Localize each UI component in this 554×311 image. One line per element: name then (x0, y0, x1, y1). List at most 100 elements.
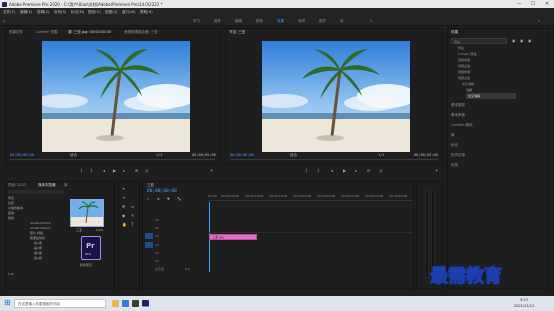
step-back-icon[interactable]: ◂ (103, 168, 105, 173)
program-step-back-icon[interactable]: ◂ (331, 168, 333, 173)
tab-effect-controls[interactable]: 效果控件 (9, 30, 23, 35)
effects-tree-item[interactable]: 音频效果 (458, 58, 470, 62)
menu-help[interactable]: 帮助(H) (140, 10, 153, 15)
search-icon[interactable]: ⌕ (538, 18, 540, 23)
panel-lumetri-color[interactable]: Lumetri 颜色 (451, 123, 473, 128)
track-v3[interactable]: V3 (155, 218, 159, 222)
tree-item[interactable]: 我要提供的 (30, 236, 45, 240)
home-icon[interactable]: ⌂ (3, 18, 6, 23)
program-mark-in-icon[interactable]: { (305, 168, 308, 173)
yuv-effects-icon[interactable]: ▣ (528, 39, 531, 43)
play-icon[interactable]: ▶ (113, 168, 116, 173)
tree-item[interactable]: 项目 (8, 196, 14, 200)
effects-tree-item[interactable]: 溶解 (466, 88, 472, 92)
workspace-learn[interactable]: 学习 (193, 19, 200, 24)
panel-history[interactable]: 历史记录 (451, 153, 465, 158)
selection-tool-icon[interactable]: ➤ (122, 186, 125, 191)
source-scrubber[interactable] (10, 159, 215, 160)
app-icon[interactable] (132, 300, 139, 307)
tab-audio-clip-mixer[interactable]: 音频剪辑混合器: 三亚 (124, 30, 158, 35)
workspace-editing[interactable]: 编辑 (235, 19, 242, 24)
program-step-forward-icon[interactable]: ▸ (355, 168, 357, 173)
file-explorer-icon[interactable] (112, 300, 119, 307)
accelerated-effects-icon[interactable]: ▣ (512, 39, 515, 43)
effects-search-input[interactable]: 预设 (451, 38, 507, 44)
windows-start-icon[interactable]: ⊞ (4, 298, 11, 307)
timeline-settings-icon[interactable]: 🔧 (177, 197, 181, 201)
effects-tree-item[interactable]: 视频过渡 (458, 76, 470, 80)
workspace-audio[interactable]: 音频 (298, 19, 305, 24)
time-ruler[interactable]: 00;00 00;00;05;00 00;00;10;00 00;00;15;0… (207, 193, 413, 201)
a1-source-patch[interactable] (145, 242, 153, 248)
menu-graphics[interactable]: 图形(G) (88, 10, 101, 15)
tree-item[interactable]: 回收 (8, 211, 14, 215)
media-thumbnail[interactable] (70, 199, 104, 227)
tab-libraries[interactable]: 库 (64, 183, 68, 188)
premiere-taskbar-icon[interactable] (142, 300, 149, 307)
menu-clip[interactable]: 剪辑(C) (37, 10, 50, 15)
effects-tree-item[interactable]: 音频过渡 (458, 64, 470, 68)
tab-lumetri-scopes[interactable]: Lumetri 范围 (36, 30, 58, 35)
program-export-frame-icon[interactable]: ◎ (379, 168, 383, 173)
type-tool-icon[interactable]: T (131, 222, 133, 227)
mark-out-icon[interactable]: } (90, 168, 93, 173)
tree-item[interactable]: 我的 (8, 216, 14, 220)
hand-tool-icon[interactable]: ✋ (122, 222, 127, 227)
program-settings-icon[interactable]: + (435, 168, 438, 173)
track-a1[interactable]: A1 (155, 243, 159, 247)
maximize-button[interactable]: ☐ (527, 1, 539, 7)
timeline-clip[interactable]: 三亚.jpg (209, 234, 257, 240)
menu-window[interactable]: 窗口(W) (122, 10, 136, 15)
effects-tree-selected[interactable]: 交叉溶解 (466, 93, 516, 99)
taskbar-search-box[interactable]: 在这里输入你要搜索的内容 (14, 299, 106, 308)
menu-sequence[interactable]: 序列(S) (54, 10, 66, 15)
effects-tree-item[interactable]: 预设 (458, 46, 464, 50)
track-a3[interactable]: A3 (155, 259, 159, 263)
menu-edit[interactable]: 编辑(E) (20, 10, 32, 15)
settings-icon[interactable]: + (210, 168, 213, 173)
step-forward-icon[interactable]: ▸ (123, 168, 125, 173)
32bit-effects-icon[interactable]: ▣ (520, 39, 523, 43)
clock-time[interactable]: 9:23 (520, 298, 528, 302)
tree-item[interactable]: 第4类 (34, 256, 42, 260)
workspace-assembly[interactable]: 组件 (214, 19, 221, 24)
program-timecode[interactable]: 00;00;00;00 (230, 153, 254, 157)
menu-view[interactable]: 视图(V) (105, 10, 117, 15)
effects-tree-item[interactable]: Lumetri 预设 (458, 52, 477, 56)
tree-item[interactable]: 第1类 (34, 241, 42, 245)
program-mark-out-icon[interactable]: } (317, 168, 320, 173)
program-scrubber[interactable] (230, 159, 438, 160)
tree-item[interactable]: 第3类 (34, 251, 42, 255)
v1-source-patch[interactable] (145, 233, 153, 239)
source-fit-dropdown[interactable]: 适合 (70, 153, 77, 158)
edge-icon[interactable] (122, 300, 129, 307)
more-workspaces-icon[interactable]: » (370, 18, 372, 23)
tree-item[interactable]: Adobe Premie (30, 221, 51, 225)
panel-essential-sound[interactable]: 基本声音 (451, 113, 465, 118)
track-v1[interactable]: V1 (155, 234, 159, 238)
timeline-tab[interactable]: 三亚 (147, 183, 154, 188)
tab-project[interactable]: 项目: 2222 (8, 183, 26, 188)
tab-source[interactable]: 源: 三亚.jpg: 00:00:00:00 (68, 30, 111, 35)
tree-item[interactable]: 位置 (8, 201, 14, 205)
workspace-effects[interactable]: 效果 (277, 19, 284, 24)
panel-libraries[interactable]: 库 (451, 133, 455, 138)
workspace-graphics[interactable]: 图形 (319, 19, 326, 24)
effects-tree-item[interactable]: 交叉溶解 (462, 82, 474, 86)
close-button[interactable]: ✕ (541, 1, 553, 7)
pen-tool-icon[interactable]: ✎ (131, 213, 134, 218)
export-frame-icon[interactable]: ◎ (145, 168, 149, 173)
track-select-tool-icon[interactable]: ⇥ (122, 195, 125, 200)
program-title[interactable]: 节目: 三亚 (229, 30, 245, 35)
program-page[interactable]: 1/2 (378, 153, 385, 157)
tree-item[interactable]: 以前的版本 (8, 206, 23, 210)
master-value[interactable]: 0.0 (185, 267, 190, 271)
workspace-libraries[interactable]: 库 (340, 19, 344, 24)
panel-info[interactable]: 信息 (451, 163, 458, 168)
media-search-field[interactable] (8, 190, 64, 194)
panel-essential-graphics[interactable]: 基本图形 (451, 103, 465, 108)
effects-tree-item[interactable]: 视频效果 (458, 70, 470, 74)
tree-item[interactable]: Adobe Premie (30, 226, 51, 230)
lift-icon[interactable]: ⊟ (367, 168, 370, 173)
linked-selection-icon[interactable]: ⊗ (157, 197, 160, 201)
